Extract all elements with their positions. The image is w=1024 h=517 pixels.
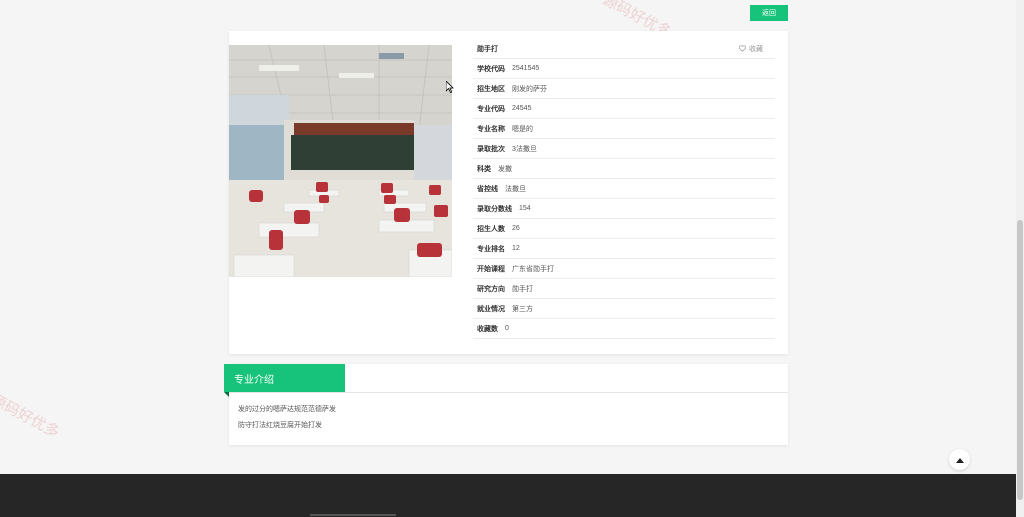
field-value: 0 <box>505 325 509 332</box>
info-row: 招生地区 刚发的萨芬 <box>473 79 775 99</box>
back-button[interactable]: 返回 <box>750 5 788 21</box>
info-row: 专业排名 12 <box>473 239 775 259</box>
field-value: 嗯是的 <box>512 125 533 133</box>
info-row: 招生人数 26 <box>473 219 775 239</box>
field-label: 学校代码 <box>477 65 505 73</box>
field-label: 开始课程 <box>477 265 505 273</box>
field-label: 录取分数线 <box>477 205 512 213</box>
intro-content: 发的过分的嗯萨达规范范德萨发 防守打法红烧豆腐开始打发 <box>238 402 336 434</box>
caret-up-icon <box>955 457 964 463</box>
field-value: 广东省勋手打 <box>512 265 554 273</box>
field-value: 第三方 <box>512 305 533 313</box>
field-value: 刚发的萨芬 <box>512 85 547 93</box>
field-label: 就业情况 <box>477 305 505 313</box>
scrollbar-thumb[interactable] <box>1017 220 1023 500</box>
info-row: 学校代码 2541545 <box>473 59 775 79</box>
field-value: 法撒旦 <box>505 185 526 193</box>
info-row: 开始课程 广东省勋手打 <box>473 259 775 279</box>
field-label: 专业排名 <box>477 245 505 253</box>
section-divider <box>229 392 788 393</box>
ribbon-fold <box>224 392 229 397</box>
field-value: 勋手打 <box>512 285 533 293</box>
field-label: 收藏数 <box>477 325 498 333</box>
field-value: 154 <box>519 205 531 212</box>
favorite-button[interactable]: 收藏 <box>739 39 763 58</box>
favorite-label: 收藏 <box>749 45 763 53</box>
field-value: 3法撒旦 <box>512 145 537 153</box>
info-row: 就业情况 第三方 <box>473 299 775 319</box>
field-value: 2541545 <box>512 65 540 72</box>
info-row: 专业名称 嗯是的 <box>473 119 775 139</box>
intro-title: 专业介绍 <box>224 364 345 392</box>
field-label: 专业名称 <box>477 125 505 133</box>
info-row: 专业代码 24545 <box>473 99 775 119</box>
info-row: 科类 发撒 <box>473 159 775 179</box>
mouse-cursor-icon <box>446 81 454 93</box>
field-value: 24545 <box>512 105 532 112</box>
major-intro-section: 专业介绍 发的过分的嗯萨达规范范德萨发 防守打法红烧豆腐开始打发 <box>224 364 788 445</box>
field-label: 招生人数 <box>477 225 505 233</box>
heart-icon <box>739 45 746 52</box>
info-row: 录取分数线 154 <box>473 199 775 219</box>
watermark: 源码好优多 <box>0 391 63 442</box>
major-detail-card: 勋手打 收藏 学校代码 2541545 招生地区 刚发的萨芬 专业代码 24545 专… <box>229 31 788 354</box>
info-row: 收藏数 0 <box>473 319 775 339</box>
field-label: 研究方向 <box>477 285 505 293</box>
footer-divider <box>310 514 396 516</box>
major-info-list: 勋手打 收藏 学校代码 2541545 招生地区 刚发的萨芬 专业代码 24545 专… <box>473 39 775 339</box>
classroom-photo <box>229 45 452 277</box>
info-row: 省控线 法撒旦 <box>473 179 775 199</box>
info-row: 录取批次 3法撒旦 <box>473 139 775 159</box>
info-row: 研究方向 勋手打 <box>473 279 775 299</box>
field-value: 发撒 <box>498 165 512 173</box>
major-name-row: 勋手打 收藏 <box>473 39 775 59</box>
field-label: 科类 <box>477 165 491 173</box>
back-to-top-button[interactable] <box>949 449 970 470</box>
field-label: 专业代码 <box>477 105 505 113</box>
major-name: 勋手打 <box>477 45 498 53</box>
field-value: 12 <box>512 245 520 252</box>
field-label: 省控线 <box>477 185 498 193</box>
intro-line: 防守打法红烧豆腐开始打发 <box>238 422 322 429</box>
page-scrollbar[interactable] <box>1016 0 1024 517</box>
footer <box>0 474 1024 517</box>
intro-line: 发的过分的嗯萨达规范范德萨发 <box>238 406 336 413</box>
field-label: 录取批次 <box>477 145 505 153</box>
field-label: 招生地区 <box>477 85 505 93</box>
field-value: 26 <box>512 225 520 232</box>
